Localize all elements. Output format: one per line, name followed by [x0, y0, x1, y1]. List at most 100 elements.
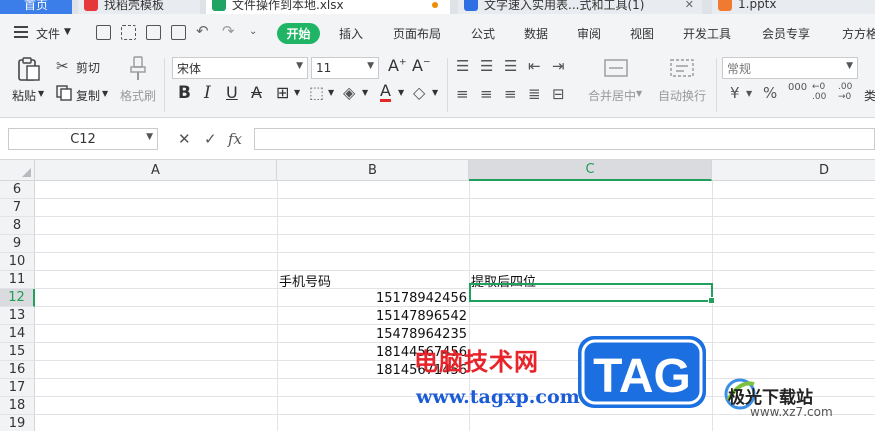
confirm-icon[interactable]: ✓: [204, 130, 217, 148]
save-icon[interactable]: [96, 25, 111, 40]
menu-view[interactable]: 视图: [630, 25, 654, 42]
align-right-icon[interactable]: ≡: [504, 85, 517, 103]
menu-formula[interactable]: 公式: [471, 25, 495, 42]
print-icon[interactable]: [146, 25, 161, 40]
column-header-b[interactable]: B: [277, 160, 469, 181]
copy-button[interactable]: 复制: [76, 87, 100, 104]
wrap-text-button[interactable]: 自动换行: [658, 87, 706, 104]
undo-icon[interactable]: ↶: [196, 22, 209, 40]
decrease-indent-icon[interactable]: ⇤: [528, 57, 541, 75]
chevron-down-icon[interactable]: ▼: [432, 88, 438, 97]
currency-button[interactable]: ¥: [730, 84, 740, 102]
column-header-c[interactable]: C: [469, 160, 712, 181]
chevron-down-icon[interactable]: ▼: [746, 89, 752, 98]
row-header[interactable]: 17: [0, 379, 35, 397]
column-header-d[interactable]: D: [712, 160, 875, 181]
increase-decimal-icon[interactable]: ←0.00: [812, 82, 826, 102]
cell-b14[interactable]: 15478964235: [277, 325, 469, 343]
align-left-icon[interactable]: ≡: [456, 85, 469, 103]
menu-developer[interactable]: 开发工具: [683, 25, 731, 42]
menu-page-layout[interactable]: 页面布局: [393, 25, 441, 42]
chevron-down-icon[interactable]: ▼: [328, 88, 334, 97]
paste-button[interactable]: 粘贴: [12, 87, 36, 104]
customize-toolbar-icon[interactable]: ⌄: [249, 26, 257, 37]
chevron-down-icon[interactable]: ▼: [398, 88, 404, 97]
name-box[interactable]: C12 ▼: [8, 128, 158, 150]
hamburger-menu-icon[interactable]: [14, 26, 28, 38]
menu-file[interactable]: 文件: [36, 25, 60, 42]
export-icon[interactable]: [121, 25, 136, 40]
strikethrough-icon[interactable]: A: [251, 83, 262, 102]
fill-color-icon[interactable]: ◈: [343, 83, 355, 102]
row-header[interactable]: 14: [0, 325, 35, 343]
insert-function-icon[interactable]: fx: [228, 130, 242, 148]
merge-center-button[interactable]: 合并居中: [588, 87, 636, 104]
borders-icon[interactable]: ⊞: [276, 83, 289, 102]
chevron-down-icon[interactable]: ▼: [64, 27, 71, 37]
menu-fangfang[interactable]: 方方格: [842, 25, 875, 42]
font-color-icon[interactable]: A: [380, 82, 391, 102]
row-header[interactable]: 7: [0, 199, 35, 217]
tab-docer-templates[interactable]: 找稻壳模板: [78, 0, 200, 14]
row-header[interactable]: 15: [0, 343, 35, 361]
chevron-down-icon[interactable]: ▼: [362, 88, 368, 97]
row-header[interactable]: 9: [0, 235, 35, 253]
decrease-decimal-icon[interactable]: .00 →0: [838, 82, 852, 102]
align-bottom-icon[interactable]: ☰: [504, 57, 517, 75]
increase-indent-icon[interactable]: ⇥: [552, 57, 565, 75]
type-convert-button[interactable]: 类: [864, 87, 875, 104]
cell-b13[interactable]: 15147896542: [277, 307, 469, 325]
chevron-down-icon[interactable]: ▼: [294, 88, 300, 97]
align-middle-icon[interactable]: ☰: [480, 57, 493, 75]
paste-icon[interactable]: [16, 56, 42, 82]
menu-data[interactable]: 数据: [524, 25, 548, 42]
clear-format-icon[interactable]: ◇: [413, 83, 425, 102]
cut-button[interactable]: 剪切: [76, 59, 100, 76]
column-header-a[interactable]: A: [35, 160, 277, 181]
distributed-icon[interactable]: ⊟: [552, 85, 565, 103]
chevron-down-icon[interactable]: ▼: [636, 89, 642, 98]
align-top-icon[interactable]: ☰: [456, 57, 469, 75]
font-size-select[interactable]: 11 ▼: [311, 57, 379, 79]
redo-icon[interactable]: ↷: [222, 22, 235, 40]
row-header[interactable]: 6: [0, 181, 35, 199]
cancel-icon[interactable]: ✕: [178, 130, 191, 148]
row-header[interactable]: 13: [0, 307, 35, 325]
close-icon[interactable]: ✕: [685, 0, 694, 11]
underline-icon[interactable]: U: [226, 83, 238, 102]
thousands-separator-button[interactable]: 000: [788, 82, 807, 93]
font-name-select[interactable]: 宋体 ▼: [172, 57, 308, 79]
menu-member[interactable]: 会员专享: [762, 25, 810, 42]
row-header[interactable]: 16: [0, 361, 35, 379]
bold-icon[interactable]: B: [178, 83, 191, 103]
select-all-corner[interactable]: [0, 160, 35, 181]
row-header[interactable]: 19: [0, 415, 35, 431]
print-preview-icon[interactable]: [171, 25, 186, 40]
number-format-select[interactable]: 常规 ▼: [722, 57, 858, 79]
formula-input[interactable]: [254, 128, 875, 150]
italic-icon[interactable]: I: [204, 83, 211, 103]
cell-b11[interactable]: 手机号码: [277, 271, 469, 290]
row-header-selected[interactable]: 12: [0, 289, 35, 307]
increase-font-icon[interactable]: A+: [388, 56, 407, 75]
row-header[interactable]: 10: [0, 253, 35, 271]
cell-b12[interactable]: 15178942456: [277, 289, 469, 307]
menu-start[interactable]: 开始: [277, 23, 320, 44]
tab-home[interactable]: 首页: [0, 0, 72, 14]
decrease-font-icon[interactable]: A−: [412, 56, 431, 75]
format-painter-button[interactable]: 格式刷: [120, 87, 156, 104]
chevron-down-icon[interactable]: ▼: [102, 89, 108, 98]
format-painter-icon[interactable]: [128, 56, 148, 82]
menu-review[interactable]: 审阅: [577, 25, 601, 42]
selected-cell-c12[interactable]: [469, 283, 715, 304]
tab-word-document[interactable]: 文字速入实用表...式和工具(1) ✕: [458, 0, 702, 14]
tab-spreadsheet-active[interactable]: 文件操作到本地.xlsx: [206, 0, 450, 14]
row-header[interactable]: 8: [0, 217, 35, 235]
fill-pattern-icon[interactable]: ⬚: [309, 83, 324, 102]
align-center-icon[interactable]: ≡: [480, 85, 493, 103]
row-header[interactable]: 18: [0, 397, 35, 415]
row-header[interactable]: 11: [0, 271, 35, 289]
justify-icon[interactable]: ≣: [528, 85, 541, 103]
tab-pptx[interactable]: 1.pptx: [712, 0, 875, 14]
chevron-down-icon[interactable]: ▼: [38, 89, 44, 98]
